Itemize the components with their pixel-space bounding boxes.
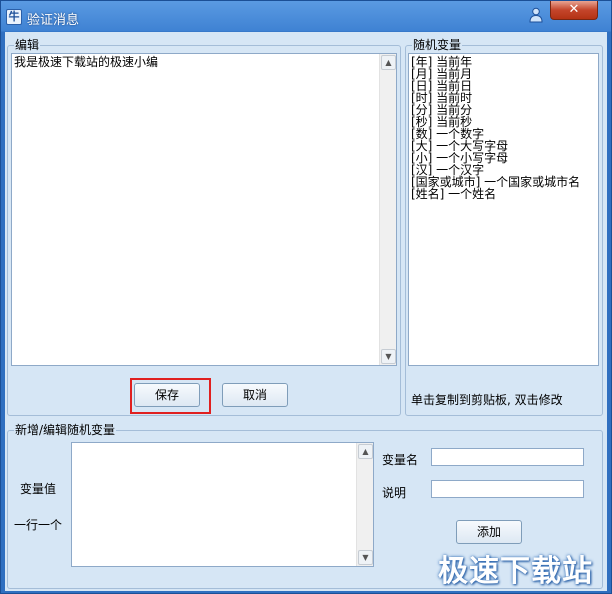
var-value-scrollbar[interactable]: ▲ ▼ [356, 443, 373, 566]
var-value-textarea[interactable]: ▲ ▼ [71, 442, 374, 567]
close-icon: ✕ [568, 2, 580, 17]
var-value-hint: 一行一个 [14, 518, 63, 532]
editor-group-title: 编辑 [14, 38, 41, 52]
var-desc-label: 说明 [382, 486, 407, 500]
message-text: 我是极速下载站的极速小编 [14, 55, 159, 69]
random-var-item[interactable]: [姓名] 一个姓名 [411, 188, 580, 200]
new-var-group-title: 新增/编辑随机变量 [14, 423, 117, 437]
dialog-client-area: 编辑 我是极速下载站的极速小编 ▲ ▼ 保存 取消 随机变量 [年] 当前年 [月… [5, 32, 607, 591]
scroll-up-icon[interactable]: ▲ [358, 444, 373, 459]
message-textarea[interactable]: 我是极速下载站的极速小编 ▲ ▼ [11, 53, 397, 366]
message-scrollbar[interactable]: ▲ ▼ [379, 54, 396, 365]
random-vars-group-title: 随机变量 [412, 38, 463, 52]
app-icon: 牛 [6, 9, 22, 25]
var-desc-input[interactable] [431, 480, 584, 498]
random-vars-list[interactable]: [年] 当前年 [月] 当前月 [日] 当前日 [时] 当前时 [分] 当前分 [秒] 当… [408, 53, 599, 366]
scroll-down-icon[interactable]: ▼ [358, 550, 373, 565]
add-button[interactable]: 添加 [456, 520, 522, 544]
save-button[interactable]: 保存 [134, 383, 200, 407]
user-icon[interactable] [529, 7, 543, 23]
var-value-label: 变量值 [20, 482, 57, 496]
random-vars-hint: 单击复制到剪贴板, 双击修改 [411, 393, 563, 407]
random-vars-items: [年] 当前年 [月] 当前月 [日] 当前日 [时] 当前时 [分] 当前分 [秒] 当… [411, 56, 580, 200]
title-bar[interactable]: 牛 验证消息 ✕ [1, 1, 611, 32]
dialog-window: 牛 验证消息 ✕ 编辑 我是极速下载站的极速小编 ▲ ▼ 保存 取消 随机变量 [0, 0, 612, 594]
close-button[interactable]: ✕ [550, 1, 598, 20]
scroll-down-icon[interactable]: ▼ [381, 349, 396, 364]
window-title: 验证消息 [27, 13, 80, 28]
scroll-up-icon[interactable]: ▲ [381, 55, 396, 70]
watermark-logo: 极速下载站 [438, 554, 593, 589]
cancel-button[interactable]: 取消 [222, 383, 288, 407]
var-name-label: 变量名 [382, 453, 419, 467]
var-name-input[interactable] [431, 448, 584, 466]
